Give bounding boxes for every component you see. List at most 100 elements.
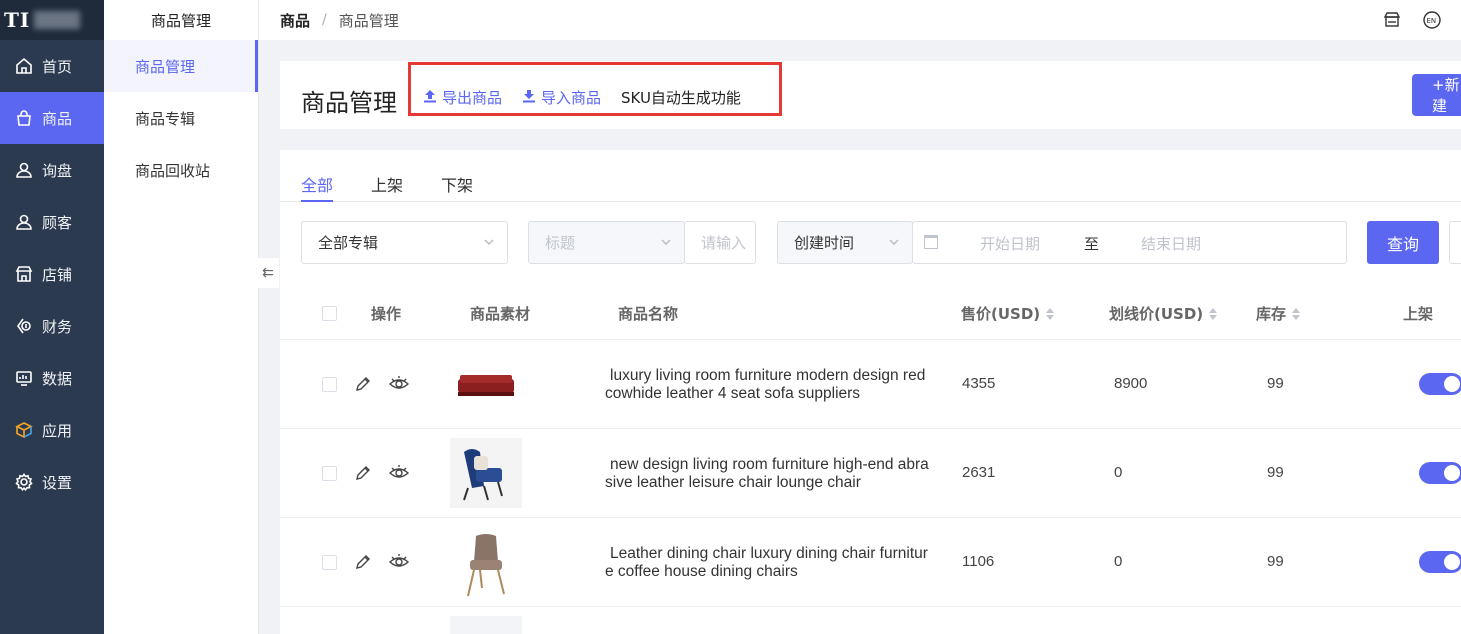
home-icon bbox=[14, 56, 34, 76]
stock-cell: 99 bbox=[1267, 553, 1284, 570]
product-name-line1: new design living room furniture high-en… bbox=[610, 456, 929, 473]
submenu-title: 商品管理 bbox=[150, 11, 211, 30]
nav-item-products[interactable]: 商品 bbox=[0, 92, 104, 144]
nav-item-data[interactable]: 数据 bbox=[0, 352, 104, 404]
column-price[interactable]: 售价(USD) bbox=[961, 303, 1055, 324]
product-name[interactable]: luxury living room furniture modern desi… bbox=[605, 367, 945, 403]
product-name-line1: Leather dining chair luxury dining chair… bbox=[610, 545, 928, 562]
stock-cell: 99 bbox=[1267, 464, 1284, 481]
svg-text:EN: EN bbox=[1427, 17, 1437, 25]
nav-item-store[interactable]: 店铺 bbox=[0, 248, 104, 300]
breadcrumb-root[interactable]: 商品 bbox=[280, 10, 310, 31]
nav-item-settings[interactable]: 设置 bbox=[0, 456, 104, 508]
nav-item-home[interactable]: 首页 bbox=[0, 40, 104, 92]
submenu-item-product-management[interactable]: 商品管理 bbox=[104, 40, 258, 92]
submenu-item-recycle-bin[interactable]: 商品回收站 bbox=[104, 144, 258, 196]
listed-toggle[interactable] bbox=[1419, 373, 1461, 395]
column-price-label: 售价(USD) bbox=[961, 305, 1041, 323]
range-separator: 至 bbox=[1084, 235, 1100, 253]
status-tabs: 全部 上架 下架 bbox=[280, 170, 1461, 202]
row-divider bbox=[280, 606, 1461, 607]
price-cell: 2631 bbox=[962, 464, 996, 481]
gear-icon bbox=[14, 472, 34, 492]
sort-icon bbox=[1292, 307, 1301, 320]
nav-label: 店铺 bbox=[42, 265, 73, 284]
search-field-value: 标题 bbox=[545, 234, 576, 252]
store-icon[interactable] bbox=[1381, 9, 1403, 31]
tab-unlisted[interactable]: 下架 bbox=[441, 172, 473, 202]
strike-price-cell: 8900 bbox=[1114, 375, 1148, 392]
listed-toggle[interactable] bbox=[1419, 462, 1461, 484]
tab-all[interactable]: 全部 bbox=[301, 172, 334, 202]
keyword-input[interactable]: 请输入 bbox=[684, 221, 756, 264]
breadcrumb-current: 商品管理 bbox=[338, 11, 399, 30]
user-icon bbox=[14, 160, 34, 180]
row-checkbox[interactable] bbox=[322, 466, 337, 481]
nav-label: 数据 bbox=[42, 369, 73, 388]
sku-auto-generate-link[interactable]: SKU自动生成功能 bbox=[621, 87, 741, 108]
chevron-down-icon bbox=[888, 234, 900, 246]
price-cell: 1106 bbox=[962, 553, 995, 570]
table-row: new design living room furniture high-en… bbox=[280, 429, 1461, 518]
import-products-link[interactable]: 导入商品 bbox=[522, 87, 601, 108]
row-checkbox[interactable] bbox=[322, 555, 337, 570]
main-sidebar: TI 首页 商品 询盘 顾客 店铺 财务 数据 应用 设置 bbox=[0, 0, 104, 634]
export-products-link[interactable]: 导出商品 bbox=[423, 87, 502, 108]
language-icon[interactable]: EN bbox=[1421, 9, 1443, 31]
select-all-checkbox[interactable] bbox=[322, 306, 337, 321]
product-name[interactable]: Leather dining chair luxury dining chair… bbox=[605, 545, 945, 581]
date-type-value: 创建时间 bbox=[794, 234, 855, 252]
shop-icon bbox=[14, 264, 34, 284]
product-name-line2: sive leather leisure chair lounge chair bbox=[605, 474, 861, 491]
date-range-picker[interactable]: 开始日期 至 结束日期 bbox=[912, 221, 1347, 264]
product-thumbnail-dining-chair[interactable] bbox=[450, 528, 522, 598]
chevron-down-icon bbox=[483, 234, 495, 246]
search-field-select[interactable]: 标题 bbox=[528, 221, 685, 264]
column-listed: 上架 bbox=[1403, 305, 1434, 323]
nav-item-apps[interactable]: 应用 bbox=[0, 404, 104, 456]
column-stock-label: 库存 bbox=[1256, 305, 1287, 323]
table-row: Leather dining chair luxury dining chair… bbox=[280, 518, 1461, 607]
nav-label: 应用 bbox=[42, 421, 73, 440]
view-eye-icon[interactable] bbox=[388, 553, 410, 575]
nav-item-finance[interactable]: 财务 bbox=[0, 300, 104, 352]
view-eye-icon[interactable] bbox=[388, 464, 410, 486]
strike-price-cell: 0 bbox=[1114, 553, 1123, 570]
start-date-placeholder: 开始日期 bbox=[980, 235, 1041, 253]
partial-row-thumbnail bbox=[450, 616, 522, 634]
listed-toggle[interactable] bbox=[1419, 551, 1461, 573]
edit-icon[interactable] bbox=[354, 553, 372, 575]
row-checkbox[interactable] bbox=[322, 377, 337, 392]
nav-label: 商品 bbox=[42, 109, 73, 128]
product-name-line1: luxury living room furniture modern desi… bbox=[610, 367, 926, 384]
nav-label: 财务 bbox=[42, 317, 73, 336]
submenu-item-albums[interactable]: 商品专辑 bbox=[104, 92, 258, 144]
album-value: 全部专辑 bbox=[318, 234, 379, 252]
date-type-select[interactable]: 创建时间 bbox=[777, 221, 913, 264]
reset-button[interactable] bbox=[1449, 221, 1461, 264]
breadcrumb-separator: / bbox=[322, 12, 327, 28]
product-thumbnail-lounge-chair[interactable] bbox=[450, 438, 522, 508]
album-select[interactable]: 全部专辑 bbox=[301, 221, 508, 264]
edit-icon[interactable] bbox=[354, 375, 372, 397]
submenu: 商品管理 商品管理 商品专辑 商品回收站 bbox=[104, 0, 259, 634]
logo[interactable]: TI bbox=[0, 0, 104, 40]
export-label: 导出商品 bbox=[442, 89, 503, 107]
product-thumbnail-sofa[interactable] bbox=[450, 348, 522, 418]
upload-icon bbox=[423, 89, 442, 107]
table-row: luxury living room furniture modern desi… bbox=[280, 340, 1461, 429]
view-eye-icon[interactable] bbox=[388, 375, 410, 397]
nav-item-inquiry[interactable]: 询盘 bbox=[0, 144, 104, 196]
keyword-placeholder: 请输入 bbox=[701, 234, 747, 252]
query-button[interactable]: 查询 bbox=[1367, 221, 1439, 264]
column-strike-price[interactable]: 划线价(USD) bbox=[1109, 303, 1218, 324]
strike-price-cell: 0 bbox=[1114, 464, 1123, 481]
sort-icon bbox=[1209, 307, 1218, 320]
product-name[interactable]: new design living room furniture high-en… bbox=[605, 456, 945, 492]
column-stock[interactable]: 库存 bbox=[1256, 303, 1301, 324]
collapse-menu-icon[interactable]: ⇇ bbox=[257, 258, 279, 288]
new-product-button[interactable]: +新建 bbox=[1412, 74, 1461, 116]
edit-icon[interactable] bbox=[354, 464, 372, 486]
nav-item-customers[interactable]: 顾客 bbox=[0, 196, 104, 248]
tab-listed[interactable]: 上架 bbox=[371, 172, 403, 202]
